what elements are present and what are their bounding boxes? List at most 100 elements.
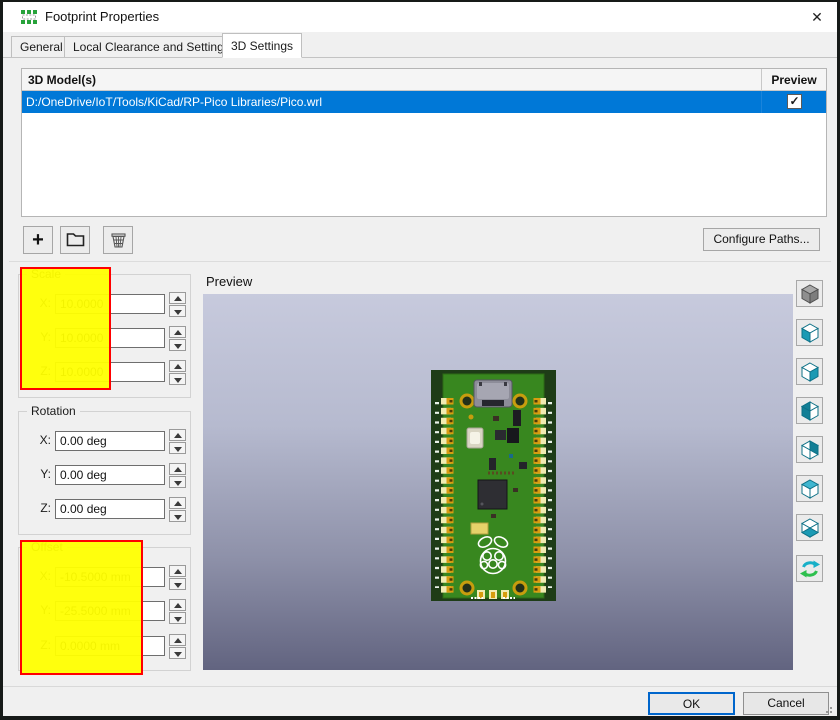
configure-paths-button[interactable]: Configure Paths... bbox=[703, 228, 820, 251]
tab-local-clearance[interactable]: Local Clearance and Settings bbox=[64, 36, 239, 57]
spin-down-button[interactable] bbox=[169, 442, 186, 454]
scale-y-input[interactable] bbox=[55, 328, 165, 348]
rotation-x-input[interactable] bbox=[55, 431, 165, 451]
rotation-y-label: Y: bbox=[40, 467, 51, 481]
tab-general[interactable]: General bbox=[11, 36, 72, 57]
offset-group: Offset X: Y: Z: bbox=[18, 540, 191, 671]
cancel-button[interactable]: Cancel bbox=[743, 692, 829, 715]
scale-x-input[interactable] bbox=[55, 294, 165, 314]
close-button[interactable]: ✕ bbox=[797, 2, 837, 32]
offset-y-input[interactable] bbox=[55, 601, 165, 621]
model-table: 3D Model(s) Preview D:/OneDrive/IoT/Tool… bbox=[21, 68, 827, 217]
divider bbox=[9, 261, 831, 262]
trash-icon bbox=[110, 233, 126, 248]
offset-z-row: Z: bbox=[19, 634, 190, 659]
spin-up-button[interactable] bbox=[169, 634, 186, 646]
scale-z-label: Z: bbox=[40, 364, 51, 378]
view-isometric-button[interactable] bbox=[796, 280, 823, 307]
scale-x-spinner bbox=[169, 292, 186, 317]
title-bar: Footprint Properties ✕ bbox=[3, 2, 837, 32]
offset-y-spinner bbox=[169, 599, 186, 624]
offset-x-row: X: bbox=[19, 565, 190, 590]
add-model-button[interactable]: + bbox=[23, 226, 53, 254]
tab-3d-settings[interactable]: 3D Settings bbox=[222, 33, 303, 58]
footer-divider bbox=[3, 686, 837, 687]
spin-up-button[interactable] bbox=[169, 565, 186, 577]
offset-x-spinner bbox=[169, 565, 186, 590]
preview-label: Preview bbox=[206, 274, 253, 289]
view-left-icon bbox=[800, 323, 820, 343]
rotation-group-title: Rotation bbox=[27, 404, 80, 418]
spin-down-button[interactable] bbox=[169, 578, 186, 590]
rotation-z-row: Z: bbox=[19, 497, 190, 522]
spin-up-button[interactable] bbox=[169, 599, 186, 611]
ok-button[interactable]: OK bbox=[648, 692, 735, 715]
scale-z-spinner bbox=[169, 360, 186, 385]
offset-z-spinner bbox=[169, 634, 186, 659]
rotation-group: Rotation X: Y: Z: bbox=[18, 404, 191, 535]
pico-board-3d-model bbox=[431, 370, 556, 601]
offset-x-label: X: bbox=[39, 569, 51, 583]
model-path-cell[interactable]: D:/OneDrive/IoT/Tools/KiCad/RP-Pico Libr… bbox=[26, 91, 322, 113]
view-top-button[interactable] bbox=[796, 475, 823, 502]
view-back-button[interactable] bbox=[796, 436, 823, 463]
table-row[interactable]: D:/OneDrive/IoT/Tools/KiCad/RP-Pico Libr… bbox=[22, 91, 826, 113]
rotation-y-spinner bbox=[169, 463, 186, 488]
spin-up-button[interactable] bbox=[169, 326, 186, 338]
offset-z-input[interactable] bbox=[55, 636, 165, 656]
column-preview: Preview bbox=[761, 69, 826, 91]
view-isometric-icon bbox=[800, 284, 820, 304]
footprint-properties-dialog: Footprint Properties ✕ General Local Cle… bbox=[0, 0, 840, 720]
rotation-y-row: Y: bbox=[19, 463, 190, 488]
spin-down-button[interactable] bbox=[169, 339, 186, 351]
preview-cell: ✓ bbox=[761, 91, 826, 113]
rotation-x-row: X: bbox=[19, 429, 190, 454]
rotation-y-input[interactable] bbox=[55, 465, 165, 485]
view-front-button[interactable] bbox=[796, 397, 823, 424]
spin-up-button[interactable] bbox=[169, 497, 186, 509]
resize-grip[interactable] bbox=[822, 703, 832, 713]
scale-y-row: Y: bbox=[19, 326, 190, 351]
scale-y-spinner bbox=[169, 326, 186, 351]
offset-group-title: Offset bbox=[27, 540, 67, 554]
scale-x-label: X: bbox=[39, 296, 51, 310]
spin-down-button[interactable] bbox=[169, 305, 186, 317]
view-bottom-button[interactable] bbox=[796, 514, 823, 541]
spin-up-button[interactable] bbox=[169, 292, 186, 304]
view-top-icon bbox=[800, 479, 820, 499]
offset-y-label: Y: bbox=[40, 603, 51, 617]
scale-y-label: Y: bbox=[40, 330, 51, 344]
view-front-icon bbox=[800, 401, 820, 421]
scale-z-row: Z: bbox=[19, 360, 190, 385]
rotation-z-input[interactable] bbox=[55, 499, 165, 519]
spin-up-button[interactable] bbox=[169, 463, 186, 475]
reload-model-button[interactable] bbox=[796, 555, 823, 582]
spin-down-button[interactable] bbox=[169, 373, 186, 385]
offset-x-input[interactable] bbox=[55, 567, 165, 587]
spin-down-button[interactable] bbox=[169, 647, 186, 659]
view-right-button[interactable] bbox=[796, 358, 823, 385]
spin-up-button[interactable] bbox=[169, 360, 186, 372]
preview-3d-viewport[interactable] bbox=[203, 294, 793, 670]
reload-model-icon bbox=[800, 560, 820, 578]
model-table-header: 3D Model(s) Preview bbox=[22, 69, 826, 91]
rotation-x-label: X: bbox=[39, 433, 51, 447]
spin-down-button[interactable] bbox=[169, 510, 186, 522]
spin-down-button[interactable] bbox=[169, 476, 186, 488]
window-title: Footprint Properties bbox=[45, 9, 160, 24]
spin-down-button[interactable] bbox=[169, 612, 186, 624]
scale-group-title: Scale bbox=[27, 267, 66, 281]
rotation-z-spinner bbox=[169, 497, 186, 522]
view-left-button[interactable] bbox=[796, 319, 823, 346]
spin-up-button[interactable] bbox=[169, 429, 186, 441]
view-back-icon bbox=[800, 440, 820, 460]
open-folder-button[interactable] bbox=[60, 226, 90, 254]
offset-y-row: Y: bbox=[19, 599, 190, 624]
rotation-z-label: Z: bbox=[40, 501, 51, 515]
scale-group: Scale X: Y: Z: bbox=[18, 267, 191, 398]
delete-model-button[interactable] bbox=[103, 226, 133, 254]
add-model-icon: + bbox=[32, 229, 44, 251]
scale-z-input[interactable] bbox=[55, 362, 165, 382]
preview-checkbox[interactable]: ✓ bbox=[787, 94, 802, 109]
scale-x-row: X: bbox=[19, 292, 190, 317]
